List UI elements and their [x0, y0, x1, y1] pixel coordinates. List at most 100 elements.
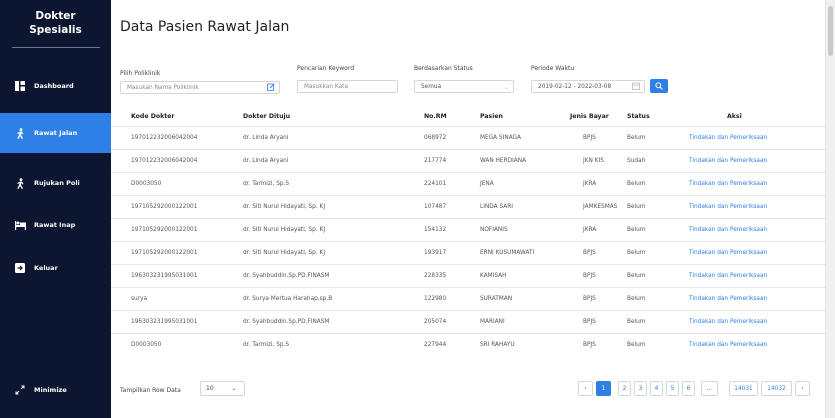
cell-status: Belum — [627, 250, 646, 256]
periode-value: 2019-02-12 - 2022-03-08 — [538, 83, 612, 90]
cell-dokter-dituju: dr. Surya Mertua Harahap,sp.B — [243, 296, 333, 302]
cell-kode-dokter: D0003050 — [131, 342, 162, 348]
page-button[interactable]: 5 — [666, 381, 679, 396]
page-button[interactable]: 1 — [596, 381, 611, 396]
tindakan-link[interactable]: Tindakan dan Pemeriksaan — [689, 135, 767, 141]
cell-pasien: KAMISAH — [480, 273, 507, 279]
brand-line-1: Dokter — [35, 10, 76, 22]
page-button[interactable]: 6 — [682, 381, 695, 396]
minimize-label: Minimize — [34, 386, 67, 394]
minimize-arrows-icon — [14, 384, 26, 396]
tindakan-link[interactable]: Tindakan dan Pemeriksaan — [689, 181, 767, 187]
table-header: Kode Dokter Dokter Dituju No.RM Pasien J… — [111, 110, 825, 126]
cell-no-rm: 205074 — [424, 319, 447, 325]
table-row: 196303231995031001 dr. Syahbuddin.Sp.PD.F… — [111, 264, 825, 287]
cell-no-rm: 107487 — [424, 204, 447, 210]
cell-kode-dokter: D0003050 — [131, 181, 162, 187]
page-button[interactable]: 4 — [650, 381, 663, 396]
next-page-button[interactable]: › — [795, 381, 810, 396]
keyword-input[interactable]: Masukkan Kata — [297, 80, 398, 93]
cell-pasien: NOFIANIS — [480, 227, 508, 233]
cell-kode-dokter: surya — [131, 296, 148, 302]
tindakan-link[interactable]: Tindakan dan Pemeriksaan — [689, 204, 767, 210]
rows-value: 10 — [206, 385, 214, 392]
cell-no-rm: 227944 — [424, 342, 447, 348]
cell-dokter-dituju: dr. Syahbuddin.Sp.PD.FINASM — [243, 319, 330, 325]
cell-status: Belum — [627, 342, 646, 348]
sidebar-item-rawat-jalan[interactable]: Rawat Jalan — [0, 113, 111, 153]
cell-status: Belum — [627, 296, 646, 302]
cell-jenis-bayar: JKRA — [583, 227, 597, 233]
page-button[interactable]: 2 — [618, 381, 631, 396]
page-button[interactable]: 14032 — [761, 381, 792, 396]
cell-no-rm: 228335 — [424, 273, 447, 279]
cell-no-rm: 217774 — [424, 158, 447, 164]
page-button[interactable]: 14031 — [729, 381, 758, 396]
cell-jenis-bayar: BPJS — [583, 296, 596, 302]
tindakan-link[interactable]: Tindakan dan Pemeriksaan — [689, 273, 767, 279]
cell-jenis-bayar: BPJS — [583, 319, 596, 325]
cell-no-rm: 154132 — [424, 227, 447, 233]
minimize-button[interactable]: Minimize — [14, 384, 67, 396]
sidebar-item-dashboard[interactable]: Dashboard — [0, 66, 111, 106]
cell-pasien: MARIANI — [480, 319, 505, 325]
search-button[interactable] — [650, 79, 668, 93]
cell-status: Belum — [627, 273, 646, 279]
col-jenis-bayar: Jenis Bayar — [570, 113, 609, 120]
cell-jenis-bayar: JKN KIS — [583, 158, 604, 164]
scrollbar[interactable] — [825, 0, 835, 418]
brand: Dokter Spesialis — [0, 0, 111, 37]
table-row: D0003050 dr. Tarmizi, Sp.S 227944 SRI RAHAY… — [111, 333, 825, 356]
col-aksi: Aksi — [727, 113, 742, 120]
cell-jenis-bayar: BPJS — [583, 135, 596, 141]
prev-page-button[interactable]: ‹ — [578, 381, 593, 396]
cell-kode-dokter: 197012232006042004 — [131, 158, 198, 164]
cell-status: Belum — [627, 204, 646, 210]
cell-no-rm: 122980 — [424, 296, 447, 302]
status-select[interactable]: Semua ⌄ — [414, 80, 514, 93]
sidebar-item-keluar[interactable]: Keluar — [0, 248, 111, 288]
cell-kode-dokter: 197105292000122001 — [131, 227, 198, 233]
brand-line-2: Spesialis — [29, 24, 82, 36]
edit-icon[interactable] — [267, 83, 275, 93]
cell-jenis-bayar: BPJS — [583, 273, 596, 279]
cell-dokter-dituju: dr. Tarmizi, Sp.S — [243, 181, 290, 187]
page-ellipsis: ... — [701, 381, 718, 396]
periode-label: Periode Waktu — [531, 65, 575, 72]
chevron-down-icon: ⌄ — [231, 384, 237, 392]
sidebar-item-rujukan-poli[interactable]: Rujukan Poli — [0, 163, 111, 203]
cell-pasien: JENA — [480, 181, 494, 187]
table-row: D0003050 dr. Tarmizi, Sp.S 224101 JENA JKRA B… — [111, 172, 825, 195]
col-pasien: Pasien — [480, 113, 503, 120]
cell-pasien: WAN HERDIANA — [480, 158, 527, 164]
tindakan-link[interactable]: Tindakan dan Pemeriksaan — [689, 342, 767, 348]
tindakan-link[interactable]: Tindakan dan Pemeriksaan — [689, 158, 767, 164]
cell-dokter-dituju: dr. Siti Nurul Hidayati, Sp. KJ — [243, 250, 326, 256]
page-button[interactable]: 3 — [634, 381, 647, 396]
status-value: Semua — [421, 83, 442, 90]
rows-per-page-select[interactable]: 10 ⌄ — [200, 381, 245, 396]
col-kode-dokter: Kode Dokter — [131, 113, 175, 120]
cell-pasien: ERNI KUSUMAWATI — [480, 250, 535, 256]
cell-kode-dokter: 196303231995031001 — [131, 273, 198, 279]
calendar-icon — [632, 82, 640, 92]
cell-jenis-bayar: BPJS — [583, 250, 596, 256]
poli-input[interactable]: Masukan Nama Poliklinik — [120, 81, 280, 94]
periode-input[interactable]: 2019-02-12 - 2022-03-08 — [531, 80, 645, 93]
keyword-placeholder: Masukkan Kata — [304, 83, 349, 90]
scrollbar-thumb[interactable] — [828, 6, 833, 56]
tindakan-link[interactable]: Tindakan dan Pemeriksaan — [689, 296, 767, 302]
cell-jenis-bayar: JAMKESMAS — [583, 204, 618, 210]
tindakan-link[interactable]: Tindakan dan Pemeriksaan — [689, 250, 767, 256]
cell-dokter-dituju: dr. Linda Aryani — [243, 158, 289, 164]
tindakan-link[interactable]: Tindakan dan Pemeriksaan — [689, 319, 767, 325]
tindakan-link[interactable]: Tindakan dan Pemeriksaan — [689, 227, 767, 233]
chevron-down-icon: ⌄ — [503, 84, 509, 91]
cell-jenis-bayar: JKRA — [583, 181, 597, 187]
table-row: 197105292000122001 dr. Siti Nurul Hidayat… — [111, 195, 825, 218]
cell-no-rm: 068972 — [424, 135, 447, 141]
sidebar-item-rawat-inap[interactable]: Rawat Inap — [0, 205, 111, 245]
sidebar: Dokter Spesialis Dashboard Rawat Jalan R… — [0, 0, 111, 418]
table-row: 197105292000122001 dr. Siti Nurul Hidayat… — [111, 241, 825, 264]
table-row: 196303231995031001 dr. Syahbuddin.Sp.PD.F… — [111, 310, 825, 333]
